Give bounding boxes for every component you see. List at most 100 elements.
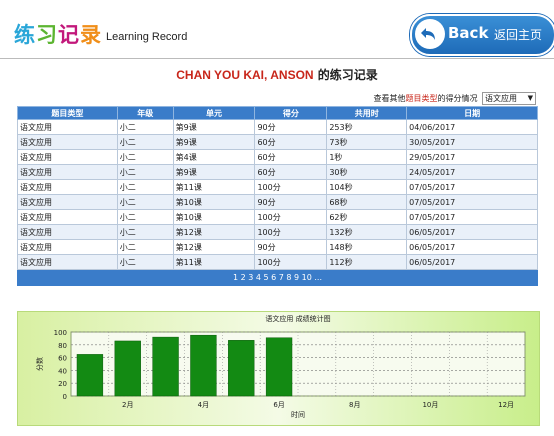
table-cell: 60分 — [254, 134, 328, 150]
pagination-pages[interactable]: 1 2 3 4 5 6 7 8 9 10 ... — [233, 273, 322, 282]
table-cell: 07/05/2017 — [406, 209, 538, 225]
table-cell: 小二 — [116, 164, 174, 180]
table-cell: 60分 — [254, 164, 328, 180]
table-cell: 07/05/2017 — [406, 179, 538, 195]
table-cell: 第9课 — [172, 164, 256, 180]
chart-bar — [190, 334, 217, 397]
table-cell: 小二 — [116, 209, 174, 225]
table-cell: 253秒 — [326, 119, 408, 135]
table-row: 语文应用 小二 第9课 60分 30秒 24/05/2017 — [17, 164, 538, 180]
table-cell: 第4课 — [172, 149, 256, 165]
table-cell: 60分 — [254, 149, 328, 165]
column-header: 题目类型 — [17, 106, 118, 120]
table-cell: 第11课 — [172, 179, 256, 195]
table-cell: 语文应用 — [17, 224, 118, 240]
table-cell: 语文应用 — [17, 164, 118, 180]
pagination[interactable]: 1 2 3 4 5 6 7 8 9 10 ... — [17, 270, 538, 286]
score-chart: 0 20 40 60 80 100 2月 4月 6月 8月 10月 12月 语文应用 成绩统计图 时间 分数 — [17, 311, 540, 426]
table-cell: 100分 — [254, 179, 328, 195]
table-cell: 30/05/2017 — [406, 134, 538, 150]
table-row: 语文应用 小二 第10课 90分 68秒 07/05/2017 — [17, 194, 538, 210]
table-cell: 132秒 — [326, 224, 408, 240]
table-row: 语文应用 小二 第11课 100分 112秒 06/05/2017 — [17, 254, 538, 270]
table-row: 语文应用 小二 第12课 100分 132秒 06/05/2017 — [17, 224, 538, 240]
y-tick-label: 40 — [58, 367, 67, 375]
filter-prefix: 查看其他 — [373, 94, 406, 103]
table-cell: 语文应用 — [17, 209, 118, 225]
y-tick-label: 60 — [58, 355, 67, 363]
table-row: 语文应用 小二 第4课 60分 1秒 29/05/2017 — [17, 149, 538, 165]
x-axis-label: 时间 — [291, 410, 305, 419]
chart-bar — [152, 336, 179, 397]
table-cell: 100分 — [254, 209, 328, 225]
table-cell: 小二 — [116, 134, 174, 150]
table-cell: 小二 — [116, 254, 174, 270]
y-tick-label: 20 — [58, 380, 67, 388]
logo-char: 习 — [36, 23, 58, 47]
table-cell: 100分 — [254, 254, 328, 270]
chevron-down-icon: ▼ — [527, 94, 533, 102]
chart-bar — [228, 340, 255, 397]
table-cell: 07/05/2017 — [406, 194, 538, 210]
y-tick-label: 100 — [54, 329, 67, 337]
table-cell: 06/05/2017 — [406, 224, 538, 240]
table-cell: 90分 — [254, 194, 328, 210]
back-arrow-icon — [415, 19, 445, 49]
y-tick-label: 0 — [63, 393, 67, 401]
logo-char: 录 — [80, 23, 102, 47]
logo: 练习记录 — [14, 19, 102, 49]
table-cell: 68秒 — [326, 194, 408, 210]
table-cell: 小二 — [116, 179, 174, 195]
score-chart-svg: 0 20 40 60 80 100 2月 4月 6月 8月 10月 12月 语文应用 成绩统计图时间 分数 — [35, 314, 526, 419]
table-cell: 第12课 — [172, 224, 256, 240]
table-cell: 第10课 — [172, 194, 256, 210]
table-cell: 06/05/2017 — [406, 239, 538, 255]
table-row: 语文应用 小二 第9课 60分 73秒 30/05/2017 — [17, 134, 538, 150]
table-cell: 小二 — [116, 239, 174, 255]
x-tick-label: 12月 — [498, 401, 514, 409]
back-home-button[interactable]: Back 返回主页 — [410, 14, 554, 56]
table-cell: 第12课 — [172, 239, 256, 255]
title-suffix: 的练习记录 — [313, 68, 378, 82]
logo-subtitle: Learning Record — [106, 31, 188, 43]
table-cell: 语文应用 — [17, 239, 118, 255]
chart-title: 语文应用 成绩统计图 — [265, 314, 330, 323]
back-home-label: 返回主页 — [494, 28, 543, 42]
table-cell: 语文应用 — [17, 194, 118, 210]
student-name: CHAN YOU KAI, ANSON — [176, 68, 314, 82]
table-cell: 小二 — [116, 119, 174, 135]
column-header: 共用时 — [326, 106, 408, 120]
table-cell: 小二 — [116, 224, 174, 240]
table-cell: 90分 — [254, 119, 328, 135]
table-cell: 62秒 — [326, 209, 408, 225]
table-cell: 语文应用 — [17, 149, 118, 165]
table-cell: 104秒 — [326, 179, 408, 195]
table-cell: 06/05/2017 — [406, 254, 538, 270]
table-body: 语文应用 小二 第9课 90分 253秒 04/06/2017 语文应用 小二 第9课 60分 73… — [17, 119, 538, 270]
filter-suffix: 的得分情况 — [437, 94, 478, 103]
x-tick-label: 4月 — [198, 401, 209, 409]
x-tick-label: 8月 — [349, 401, 360, 409]
type-filter: 查看其他题目类型的得分情况 语文应用 ▼ — [373, 92, 536, 105]
table-cell: 112秒 — [326, 254, 408, 270]
header-divider — [0, 58, 554, 59]
table-cell: 73秒 — [326, 134, 408, 150]
table-header-row: 题目类型 年级 单元 得分 共用时 日期 — [17, 106, 538, 120]
type-select-value: 语文应用 — [485, 94, 517, 103]
table-cell: 第10课 — [172, 209, 256, 225]
logo-char: 记 — [58, 23, 80, 47]
column-header: 日期 — [406, 106, 538, 120]
table-cell: 小二 — [116, 149, 174, 165]
table-cell: 90分 — [254, 239, 328, 255]
column-header: 年级 — [116, 106, 174, 120]
table-row: 语文应用 小二 第10课 100分 62秒 07/05/2017 — [17, 209, 538, 225]
filter-highlight: 题目类型 — [405, 94, 438, 103]
type-select[interactable]: 语文应用 ▼ — [482, 92, 536, 105]
header: 练习记录 Learning Record Back 返回主页 — [0, 0, 554, 56]
y-tick-label: 80 — [58, 342, 67, 350]
table-cell: 语文应用 — [17, 134, 118, 150]
table-cell: 148秒 — [326, 239, 408, 255]
table-cell: 30秒 — [326, 164, 408, 180]
table-cell: 第9课 — [172, 119, 256, 135]
table-row: 语文应用 小二 第9课 90分 253秒 04/06/2017 — [17, 119, 538, 135]
